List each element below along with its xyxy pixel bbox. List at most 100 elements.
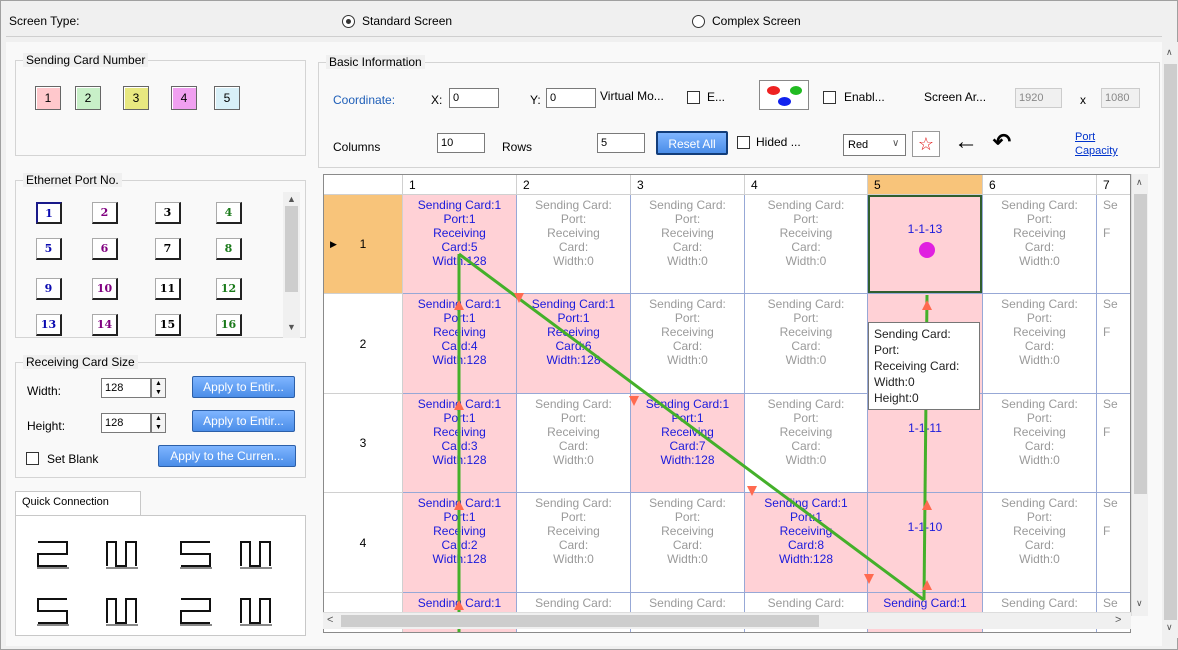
ethernet-port-6[interactable]: 6 — [92, 238, 118, 260]
ethernet-port-15[interactable]: 15 — [155, 314, 181, 336]
chevron-down-icon: ∨ — [892, 138, 900, 149]
ethernet-port-4[interactable]: 4 — [216, 202, 242, 224]
enable-checkbox[interactable] — [823, 91, 836, 104]
tooltip-line: Receiving Card: — [874, 359, 960, 373]
ethernet-scrollbar[interactable]: ▲ ▼ — [283, 192, 300, 338]
screen-height-input[interactable]: 1080 — [1101, 88, 1140, 108]
set-blank-checkbox[interactable] — [26, 452, 39, 465]
color-select[interactable]: Red ∨ — [843, 134, 906, 156]
ethernet-port-8[interactable]: 8 — [216, 238, 242, 260]
window-scroll-down-icon[interactable]: ∨ — [1166, 622, 1173, 633]
tooltip-line: Sending Card: — [874, 327, 951, 341]
receiving-card-size-title: Receiving Card Size — [23, 355, 138, 369]
sending-card-button-5[interactable]: 5 — [214, 86, 240, 110]
standard-screen-radio[interactable] — [342, 15, 355, 28]
divider — [6, 36, 1162, 37]
virtual-mode-dots-icon[interactable] — [759, 80, 809, 110]
complex-screen-radio[interactable] — [692, 15, 705, 28]
set-blank-label: Set Blank — [47, 452, 99, 466]
height-spinner-icon[interactable]: ▲ ▼ — [151, 413, 166, 433]
undo-icon[interactable]: ↶ — [988, 128, 1016, 156]
coordinate-label: Coordinate: — [333, 93, 396, 107]
grid-scroll-down-icon[interactable]: ∨ — [1136, 598, 1143, 609]
e-label: E... — [707, 90, 726, 104]
ethernet-port-7[interactable]: 7 — [155, 238, 181, 260]
virtual-mode-label: Virtual Mo... — [600, 89, 664, 103]
sending-card-button-3[interactable]: 3 — [123, 86, 149, 110]
window-vertical-scrollbar[interactable]: ∧ ∨ — [1162, 42, 1178, 638]
tooltip-line: Width:0 — [874, 375, 915, 389]
ethernet-port-11[interactable]: 11 — [155, 278, 181, 300]
grid-vertical-scrollbar[interactable]: ∧ ∨ — [1131, 174, 1148, 616]
enable-label: Enabl... — [844, 90, 885, 104]
port-capacity-link-2[interactable]: Capacity — [1075, 145, 1118, 158]
width-spinner-icon[interactable]: ▲ ▼ — [151, 378, 166, 398]
basic-information-title: Basic Information — [326, 55, 425, 69]
screen-width-input[interactable]: 1920 — [1015, 88, 1062, 108]
rows-input[interactable]: 5 — [597, 133, 645, 153]
quick-connection-pattern-icon-8[interactable] — [238, 595, 274, 627]
scrollbar-thumb[interactable] — [285, 206, 298, 292]
quick-connection-tab[interactable]: Quick Connection — [15, 491, 141, 516]
cell-tooltip: Sending Card: Port: Receiving Card: Widt… — [868, 322, 980, 410]
screen-type-label: Screen Type: — [9, 14, 80, 28]
ethernet-port-13[interactable]: 13 — [36, 314, 62, 336]
sending-card-button-1[interactable]: 1 — [35, 86, 61, 110]
connection-path — [454, 242, 935, 632]
coordinate-x-input[interactable]: 0 — [449, 88, 499, 108]
apply-height-entire-button[interactable]: Apply to Entir... — [192, 410, 295, 432]
ethernet-port-12[interactable]: 12 — [216, 278, 242, 300]
reset-all-button[interactable]: Reset All — [656, 131, 728, 155]
quick-connection-pattern-icon-2[interactable] — [104, 538, 140, 570]
window-scroll-up-icon[interactable]: ∧ — [1166, 47, 1173, 58]
height-label: Height: — [27, 419, 66, 433]
grid-scroll-right-icon[interactable]: > — [1115, 614, 1121, 626]
port-capacity-link-1[interactable]: Port — [1075, 131, 1095, 144]
sending-card-title: Sending Card Number — [23, 53, 149, 67]
grid-scrollbar-thumb[interactable] — [1134, 194, 1147, 494]
ethernet-port-10[interactable]: 10 — [92, 278, 118, 300]
ethernet-port-9[interactable]: 9 — [36, 278, 62, 300]
ethernet-port-2[interactable]: 2 — [92, 202, 118, 224]
width-spin-input[interactable]: 128 — [101, 378, 151, 398]
grid-scroll-up-icon[interactable]: ∧ — [1136, 177, 1143, 188]
quick-connection-pattern-icon-4[interactable] — [238, 538, 274, 570]
coordinate-y-input[interactable]: 0 — [546, 88, 596, 108]
height-spin-input[interactable]: 128 — [101, 413, 151, 433]
arrow-left-icon[interactable]: ← — [952, 128, 980, 156]
ethernet-port-5[interactable]: 5 — [36, 238, 62, 260]
ethernet-port-16[interactable]: 16 — [216, 314, 242, 336]
screen-area-label: Screen Ar... — [924, 90, 987, 104]
standard-screen-label: Standard Screen — [362, 14, 453, 28]
quick-connection-pattern-icon-7[interactable] — [178, 595, 214, 627]
window-scrollbar-thumb[interactable] — [1164, 64, 1177, 620]
grid-hscroll-thumb[interactable] — [341, 615, 819, 627]
star-icon[interactable]: ☆ — [912, 131, 940, 157]
quick-connection-pattern-icon-1[interactable] — [35, 538, 71, 570]
apply-current-button[interactable]: Apply to the Curren... — [158, 445, 296, 467]
quick-connection-pattern-icon-6[interactable] — [104, 595, 140, 627]
grid-scroll-left-icon[interactable]: < — [327, 614, 333, 626]
width-label: Width: — [27, 384, 62, 398]
rows-label: Rows — [502, 140, 533, 154]
color-select-value: Red — [848, 139, 869, 151]
columns-input[interactable]: 10 — [437, 133, 485, 153]
quick-connection-pattern-icon-3[interactable] — [178, 538, 214, 570]
ethernet-port-3[interactable]: 3 — [155, 202, 181, 224]
grid-horizontal-scrollbar[interactable]: < > — [323, 612, 1131, 629]
columns-label: Columns — [333, 140, 381, 154]
hided-checkbox[interactable] — [737, 136, 750, 149]
e-checkbox[interactable] — [687, 91, 700, 104]
sending-card-button-2[interactable]: 2 — [75, 86, 101, 110]
screen-size-separator: x — [1080, 93, 1086, 107]
scroll-down-icon[interactable]: ▼ — [287, 322, 296, 332]
ethernet-port-1[interactable]: 1 — [36, 202, 62, 224]
sending-card-button-4[interactable]: 4 — [171, 86, 197, 110]
apply-width-entire-button[interactable]: Apply to Entir... — [192, 376, 295, 398]
x-label: X: — [431, 93, 443, 107]
quick-connection-pattern-icon-5[interactable] — [35, 595, 71, 627]
receiving-card-grid[interactable]: 1 2 3 4 5 6 7 ▶ 1 Sending Card:1 Port:1 Receiving Ca… — [323, 174, 1131, 633]
ethernet-port-14[interactable]: 14 — [92, 314, 118, 336]
ethernet-port-title: Ethernet Port No. — [23, 173, 122, 187]
scroll-up-icon[interactable]: ▲ — [287, 194, 296, 204]
